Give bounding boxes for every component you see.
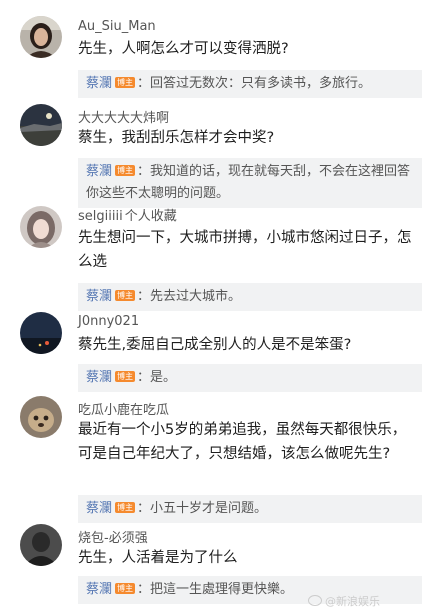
reply-box: 蔡瀾 博主 ：是。 bbox=[78, 364, 422, 392]
reply-box: 蔡瀾 博主 ：小五十岁才是问题。 bbox=[78, 495, 422, 523]
user-name[interactable]: 吃瓜小鹿在吃瓜 bbox=[78, 399, 169, 418]
avatar[interactable] bbox=[20, 206, 62, 248]
blogger-badge: 博主 bbox=[115, 165, 136, 176]
blogger-badge: 博主 bbox=[115, 371, 136, 382]
avatar[interactable] bbox=[20, 312, 62, 354]
avatar[interactable] bbox=[20, 16, 62, 58]
user-name[interactable]: 大大大大大炜啊 bbox=[78, 107, 169, 126]
avatar[interactable] bbox=[20, 396, 62, 438]
comment-text: 先生，人活着是为了什么 bbox=[78, 550, 238, 566]
comment-text: 蔡生，我刮刮乐怎样才会中奖? bbox=[78, 130, 275, 146]
reply-text: ：先去过大城市。 bbox=[137, 289, 242, 304]
blogger-badge: 博主 bbox=[115, 583, 136, 594]
reply-author[interactable]: 蔡瀾 bbox=[86, 582, 112, 597]
user-name[interactable]: J0nny021 bbox=[78, 314, 139, 329]
comment-text: 先生想问一下，大城市拼搏，小城市悠闲过日子，怎么选 bbox=[78, 230, 412, 270]
user-name[interactable]: selgiiiii 个人收藏 bbox=[78, 205, 177, 224]
user-tag: 个人收藏 bbox=[124, 209, 177, 224]
reply-author[interactable]: 蔡瀾 bbox=[86, 501, 112, 516]
reply-box: 蔡瀾 博主 ：先去过大城市。 bbox=[78, 283, 422, 311]
reply-text: ：是。 bbox=[137, 370, 177, 385]
comment-text: 最近有一个小5岁的弟弟追我，虽然每天都很快乐，可是自己年纪大了，只想结婚，该怎么… bbox=[78, 422, 407, 462]
comment-text: 先生，人啊怎么才可以变得洒脱? bbox=[78, 41, 289, 57]
reply-box: 蔡瀾 博主 ：回答过无数次：只有多读书，多旅行。 bbox=[78, 70, 422, 98]
blogger-badge: 博主 bbox=[115, 77, 136, 88]
reply-author[interactable]: 蔡瀾 bbox=[86, 164, 112, 179]
reply-box: 蔡瀾 博主 ：我知道的话，现在就每天刮，不会在这裡回答你这些不太聰明的问题。 bbox=[78, 158, 422, 208]
comment-text: 蔡先生,委屈自己成全别人的人是不是笨蛋? bbox=[78, 337, 352, 353]
reply-text: ：把這一生處理得更快樂。 bbox=[137, 582, 294, 597]
watermark: @新浪娱乐 bbox=[308, 593, 380, 609]
blogger-badge: 博主 bbox=[115, 290, 136, 301]
weibo-logo-icon bbox=[308, 595, 322, 606]
avatar[interactable] bbox=[20, 104, 62, 146]
blogger-badge: 博主 bbox=[115, 502, 136, 513]
comment-thread: Au_Siu_Man 先生，人啊怎么才可以变得洒脱? 蔡瀾 博主 ：回答过无数次：只… bbox=[0, 0, 440, 613]
user-name[interactable]: 烧包-必须强 bbox=[78, 527, 148, 546]
reply-author[interactable]: 蔡瀾 bbox=[86, 370, 112, 385]
avatar[interactable] bbox=[20, 524, 62, 566]
reply-author[interactable]: 蔡瀾 bbox=[86, 76, 112, 91]
reply-text: ：小五十岁才是问题。 bbox=[137, 501, 268, 516]
reply-text: ：回答过无数次：只有多读书，多旅行。 bbox=[137, 76, 372, 91]
reply-author[interactable]: 蔡瀾 bbox=[86, 289, 112, 304]
user-name[interactable]: Au_Siu_Man bbox=[78, 19, 156, 34]
